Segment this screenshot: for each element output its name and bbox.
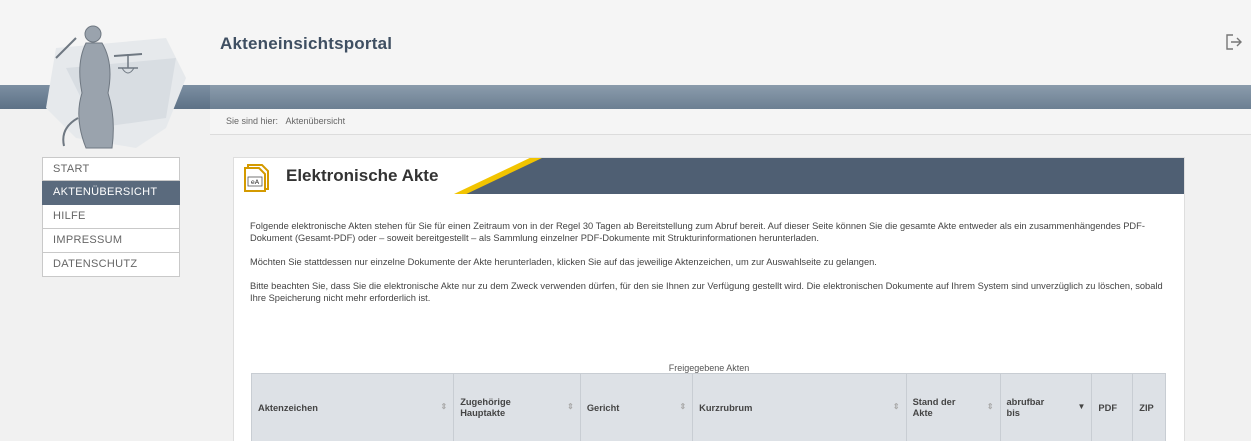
sidebar: START AKTENÜBERSICHT HILFE IMPRESSUM DAT…: [42, 157, 180, 277]
sort-icon: ⇕: [440, 402, 448, 411]
table-header-row: Aktenzeichen ⇕ Zugehörige Hauptakte ⇕ Ge…: [250, 373, 1166, 441]
column-header-pdf: PDF: [1091, 373, 1134, 441]
content-panel: eA Elektronische Akte Folgende elektroni…: [233, 157, 1185, 441]
column-header-zip: ZIP: [1132, 373, 1166, 441]
sort-icon: ⇕: [986, 402, 994, 411]
panel-header: eA Elektronische Akte: [234, 158, 1184, 194]
logout-icon[interactable]: [1224, 32, 1244, 52]
justitia-logo: [46, 25, 186, 149]
panel-title: Elektronische Akte: [286, 166, 439, 185]
table-caption: Freigegebene Akten: [668, 363, 750, 373]
header-band: [210, 85, 1251, 109]
sidebar-item-aktenuebersicht[interactable]: AKTENÜBERSICHT: [42, 181, 180, 205]
ea-document-icon: eA: [244, 164, 269, 192]
sort-icon: ⇕: [567, 402, 574, 411]
sidebar-item-start[interactable]: START: [42, 157, 180, 181]
sidebar-item-impressum[interactable]: IMPRESSUM: [42, 229, 180, 253]
sidebar-item-datenschutz[interactable]: DATENSCHUTZ: [42, 253, 180, 277]
ea-icon-text: eA: [251, 178, 260, 186]
column-header-stand-der-akte[interactable]: Stand der Akte ⇕: [905, 373, 1001, 441]
sort-descending-icon: ▼: [1077, 402, 1086, 411]
breadcrumb-prefix: Sie sind hier:: [226, 116, 279, 126]
single-documents-paragraph: Möchten Sie stattdessen nur einzelne Dok…: [250, 257, 877, 267]
column-header-kurzrubrum[interactable]: Kurzrubrum ⇕: [692, 373, 907, 441]
sidebar-item-hilfe[interactable]: HILFE: [42, 205, 180, 229]
intro-paragraph: Folgende elektronische Akten stehen für …: [250, 221, 1145, 243]
files-table: Aktenzeichen ⇕ Zugehörige Hauptakte ⇕ Ge…: [250, 373, 1166, 441]
usage-notice-paragraph: Bitte beachten Sie, dass Sie die elektro…: [250, 281, 1163, 303]
panel-body: Folgende elektronische Akten stehen für …: [250, 220, 1170, 316]
column-header-abrufbar-bis[interactable]: abrufbar bis ▼: [999, 373, 1093, 441]
sort-icon: ⇕: [679, 402, 687, 411]
sort-icon: ⇕: [892, 402, 900, 411]
column-header-aktenzeichen[interactable]: Aktenzeichen ⇕: [250, 373, 455, 441]
breadcrumb: Sie sind hier: Aktenübersicht: [226, 116, 345, 126]
files-table-wrapper: Aktenzeichen ⇕ Zugehörige Hauptakte ⇕ Ge…: [250, 373, 1166, 441]
column-header-gericht[interactable]: Gericht ⇕: [579, 373, 694, 441]
app-title: Akteneinsichtsportal: [220, 34, 393, 53]
breadcrumb-current[interactable]: Aktenübersicht: [286, 116, 346, 126]
breadcrumb-bar: Sie sind hier: Aktenübersicht: [210, 109, 1251, 135]
column-header-hauptakte[interactable]: Zugehörige Hauptakte ⇕: [453, 373, 581, 441]
